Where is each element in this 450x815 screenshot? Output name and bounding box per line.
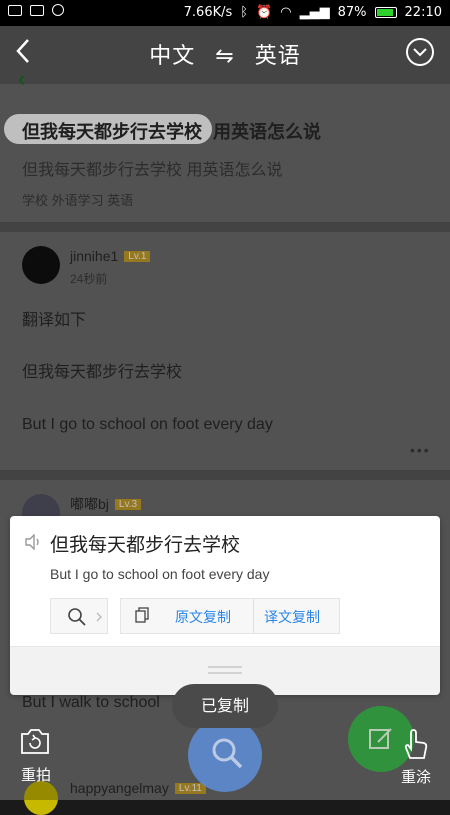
back-icon[interactable] — [10, 36, 38, 66]
repaint-button[interactable]: 重涂 — [392, 728, 440, 788]
camera-search-button[interactable] — [188, 718, 262, 792]
source-language[interactable]: 中文 — [149, 44, 195, 69]
network-speed: 7.66K/s — [183, 5, 233, 20]
retake-icon — [21, 729, 49, 754]
emoji-icon — [52, 4, 64, 16]
battery-icon — [374, 7, 397, 18]
grip-icon — [208, 666, 242, 674]
copied-toast: 已复制 — [172, 684, 278, 728]
message-icon — [8, 4, 22, 16]
hand-icon — [404, 729, 428, 759]
clock: 22:10 — [404, 5, 442, 20]
copy-source-button[interactable]: 原文复制 — [175, 607, 231, 627]
repaint-label: 重涂 — [400, 768, 431, 786]
image-icon — [30, 4, 44, 16]
copy-actions: 原文复制 译文复制 — [120, 598, 340, 634]
translated-text: But I go to school on foot every day — [50, 566, 270, 582]
edit-icon — [369, 728, 392, 749]
signal-icon: ▂▄▆ — [299, 5, 330, 20]
copy-translation-button[interactable]: 译文复制 — [264, 607, 320, 627]
source-text: 但我每天都步行去学校 — [50, 534, 241, 556]
bluetooth-icon: ᛒ — [240, 5, 249, 20]
retake-button[interactable]: 重拍 — [14, 726, 58, 786]
chevron-down-icon — [413, 48, 427, 57]
chevron-right-icon — [96, 612, 102, 622]
status-bar: 7.66K/s ᛒ ⏰ ◠ ▂▄▆ 87% 22:10 — [0, 0, 450, 26]
translate-header: 中文 ⇋ 英语 — [0, 26, 450, 78]
search-button[interactable] — [50, 598, 108, 634]
collapse-button[interactable] — [406, 38, 434, 66]
divider — [253, 599, 254, 633]
search-icon — [68, 608, 86, 626]
battery-percent: 87% — [337, 5, 367, 20]
swap-languages-icon[interactable]: ⇋ — [215, 44, 234, 69]
target-language[interactable]: 英语 — [255, 44, 301, 69]
copy-icon — [135, 607, 149, 623]
language-switch[interactable]: 中文 ⇋ 英语 — [0, 38, 450, 70]
wifi-icon: ◠ — [280, 5, 292, 20]
speaker-icon[interactable] — [24, 534, 42, 550]
alarm-icon: ⏰ — [256, 5, 273, 20]
retake-label: 重拍 — [20, 766, 51, 784]
camera-search-icon — [212, 738, 243, 769]
translation-result-card: 但我每天都步行去学校 But I go to school on foot ev… — [10, 516, 440, 695]
